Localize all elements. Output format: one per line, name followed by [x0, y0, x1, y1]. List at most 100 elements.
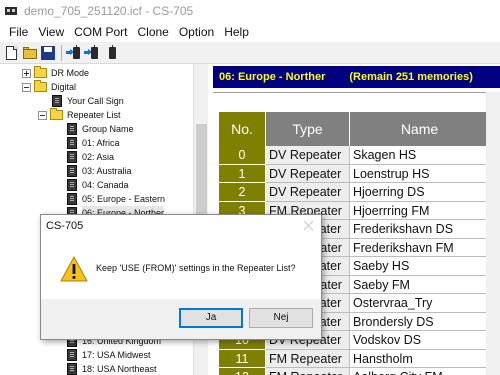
tree-item-digital[interactable]: Digital	[22, 80, 76, 94]
cell-name[interactable]: Aalborg City FM	[350, 368, 490, 375]
folder-icon	[34, 66, 47, 78]
save-icon[interactable]	[40, 45, 56, 61]
cell-name[interactable]: Frederikshavn DS	[350, 220, 490, 239]
tree-item-group[interactable]: 03: Australia	[67, 164, 132, 178]
tree-item-label: 04: Canada	[82, 180, 129, 190]
tree-item-group[interactable]: 02: Asia	[67, 150, 114, 164]
confirm-dialog: CS-705 Keep 'USE (FROM)' settings in the…	[40, 214, 322, 340]
folder-icon	[34, 80, 47, 92]
tree-item-label: DR Mode	[51, 68, 90, 78]
cell-type[interactable]: FM Repeater	[266, 349, 350, 368]
tree-item-your-call-sign[interactable]: Your Call Sign	[52, 94, 124, 108]
tree-item-label: 05: Europe - Eastern	[82, 194, 166, 204]
tree-item-label: 03: Australia	[82, 166, 132, 176]
table-row[interactable]: 12FM RepeaterAalborg City FMD	[219, 368, 500, 375]
cell-name[interactable]: Vodskov DS	[350, 331, 490, 350]
cell-type[interactable]: DV Repeater	[266, 146, 350, 165]
tree-item-group-name[interactable]: Group Name	[67, 122, 134, 136]
table-row[interactable]: 2DV RepeaterHjoerring DSD	[219, 183, 500, 202]
column-header-name[interactable]: Name	[350, 112, 490, 146]
menu-help[interactable]: Help	[219, 22, 254, 42]
tree-item-group[interactable]: 17: USA Midwest	[67, 348, 151, 362]
document-icon	[67, 151, 77, 163]
menu-option[interactable]: Option	[174, 22, 219, 42]
table-row[interactable]: 0DV RepeaterSkagen HSD	[219, 146, 500, 165]
cell-name[interactable]: Hjoerrring FM	[350, 201, 490, 220]
menu-com-port[interactable]: COM Port	[69, 22, 132, 42]
cell-name[interactable]: Ostervraa_Try	[350, 294, 490, 313]
app-icon	[5, 5, 19, 17]
tree-item-label: 18: USA Northeast	[82, 364, 157, 374]
dialog-title-bar: CS-705	[41, 215, 321, 237]
document-icon	[67, 165, 77, 177]
dialog-footer: Ja Nej	[41, 299, 321, 339]
cell-name[interactable]: Brondersly DS	[350, 312, 490, 331]
tree-item-group[interactable]: 01: Africa	[67, 136, 120, 150]
cell-type[interactable]: DV Repeater	[266, 164, 350, 183]
cell-no[interactable]: 12	[219, 368, 266, 375]
open-folder-icon[interactable]	[22, 45, 38, 61]
toolbar	[0, 42, 500, 64]
cell-no[interactable]: 2	[219, 183, 266, 202]
cell-no[interactable]: 11	[219, 349, 266, 368]
column-header-type[interactable]: Type	[266, 112, 350, 146]
cell-name[interactable]: Skagen HS	[350, 146, 490, 165]
cell-name[interactable]: Hjoerring DS	[350, 183, 490, 202]
tree-item-label: 01: Africa	[82, 138, 120, 148]
radio-info-icon[interactable]	[102, 44, 118, 61]
document-icon	[67, 137, 77, 149]
window-title-bar: demo_705_251120.icf - CS-705	[0, 0, 500, 22]
cell-type[interactable]: FM Repeater	[266, 368, 350, 375]
menu-clone[interactable]: Clone	[132, 22, 173, 42]
table-row[interactable]: 1DV RepeaterLoenstrup HSD	[219, 164, 500, 183]
expand-icon[interactable]	[22, 68, 31, 78]
tree-item-repeater-list[interactable]: Repeater List	[38, 108, 121, 122]
tree-item-label: 02: Asia	[82, 152, 115, 162]
menu-bar: File View COM Port Clone Option Help	[0, 22, 500, 42]
cell-name[interactable]: Frederikshavn FM	[350, 238, 490, 257]
document-icon	[67, 363, 77, 375]
document-icon	[67, 193, 77, 205]
grid-scrollbar[interactable]	[486, 92, 500, 375]
collapse-icon[interactable]	[38, 110, 47, 120]
tree-item-dr-mode[interactable]: DR Mode	[22, 66, 89, 80]
tree-item-label: Repeater List	[67, 110, 121, 120]
yes-button[interactable]: Ja	[179, 308, 243, 328]
cell-name[interactable]: Saeby FM	[350, 275, 490, 294]
window-title: demo_705_251120.icf - CS-705	[24, 4, 194, 18]
cell-no[interactable]: 1	[219, 164, 266, 183]
folder-icon	[50, 108, 63, 120]
group-title: 06: Europe - Norther	[219, 71, 326, 83]
cell-name[interactable]: Hanstholm	[350, 349, 490, 368]
collapse-icon[interactable]	[22, 82, 31, 92]
write-to-radio-icon[interactable]	[84, 44, 100, 61]
dialog-body: Keep 'USE (FROM)' settings in the Repeat…	[41, 237, 321, 299]
group-header: 06: Europe - Norther (Remain 251 memories…	[213, 66, 500, 88]
document-icon	[67, 349, 77, 361]
menu-file[interactable]: File	[4, 22, 33, 42]
cell-name[interactable]: Saeby HS	[350, 257, 490, 276]
remaining-memories: (Remain 251 memories)	[349, 71, 473, 83]
new-file-icon[interactable]	[4, 45, 20, 61]
cell-no[interactable]: 0	[219, 146, 266, 165]
tree-item-group[interactable]: 18: USA Northeast	[67, 362, 157, 375]
tree-item-label: 17: USA Midwest	[82, 350, 151, 360]
tree-item-label: Your Call Sign	[67, 96, 124, 106]
tree-item-group[interactable]: 05: Europe - Eastern	[67, 192, 165, 206]
close-icon[interactable]	[303, 219, 315, 231]
tree-item-label: Digital	[51, 82, 77, 92]
document-icon	[67, 179, 77, 191]
document-icon	[52, 95, 62, 107]
cell-type[interactable]: DV Repeater	[266, 183, 350, 202]
cell-name[interactable]: Loenstrup HS	[350, 164, 490, 183]
tree-item-group[interactable]: 04: Canada	[67, 178, 129, 192]
column-header-no[interactable]: No.	[219, 112, 266, 146]
no-button[interactable]: Nej	[249, 308, 313, 328]
document-icon	[67, 123, 77, 135]
table-row[interactable]: 11FM RepeaterHanstholmD	[219, 349, 500, 368]
read-from-radio-icon[interactable]	[66, 44, 82, 61]
menu-view[interactable]: View	[33, 22, 69, 42]
tree-item-label: Group Name	[82, 124, 134, 134]
grid-header-row: No. Type Name S	[219, 112, 500, 146]
dialog-title: CS-705	[46, 220, 84, 232]
